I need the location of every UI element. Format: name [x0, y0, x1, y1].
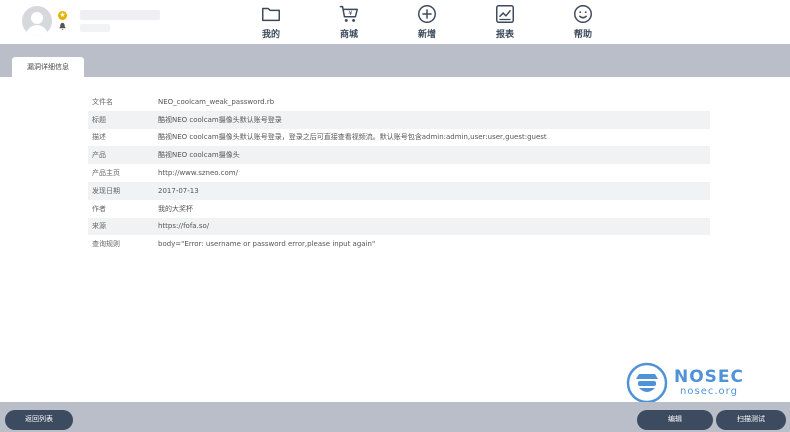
- avatar[interactable]: [22, 6, 52, 36]
- nav-item-mine[interactable]: 我的: [246, 3, 296, 40]
- field-label: 作者: [92, 204, 106, 213]
- nav-item-store[interactable]: ¥ 商城: [324, 3, 374, 40]
- table-row: 文件名 NEO_coolcam_weak_password.rb: [88, 93, 710, 111]
- blurred-user-detail: [80, 24, 110, 32]
- nav-item-report[interactable]: 报表: [480, 3, 530, 40]
- bell-icon[interactable]: [58, 22, 67, 31]
- field-value: body="Error: username or password error,…: [158, 240, 376, 249]
- field-label: 标题: [92, 115, 106, 124]
- bottom-action-bar: 返回列表 编辑 扫描测试: [0, 402, 790, 432]
- field-value: 我的大奖杯: [158, 204, 193, 213]
- nav-label: 帮助: [573, 30, 592, 40]
- field-value: 2017-07-13: [158, 186, 199, 195]
- svg-text:¥: ¥: [348, 9, 352, 17]
- table-row: 来源 https://fofa.so/: [88, 217, 710, 236]
- field-value: 酷视NEO coolcam摄像头默认账号登录: [158, 115, 282, 124]
- folder-icon: [262, 7, 280, 22]
- tab-bar: 漏洞详细信息: [0, 44, 790, 77]
- user-info[interactable]: ★: [22, 6, 67, 36]
- table-row: 产品 酷视NEO coolcam摄像头: [88, 146, 710, 165]
- field-label: 产品: [92, 151, 106, 160]
- table-row: 作者 我的大奖杯: [88, 200, 710, 218]
- field-label: 产品主页: [92, 169, 120, 178]
- table-row: 查询规则 body="Error: username or password e…: [88, 235, 710, 253]
- field-value: https://fofa.so/: [158, 222, 210, 231]
- user-badges: ★: [58, 11, 67, 31]
- report-icon: [496, 5, 514, 23]
- nav-label: 报表: [495, 30, 514, 40]
- table-row: 描述 酷视NEO coolcam摄像头默认账号登录，登录之后可直接查看视频流。默…: [88, 129, 710, 147]
- field-label: 发现日期: [92, 186, 120, 195]
- table-row: 产品主页 http://www.szneo.com/: [88, 164, 710, 182]
- blurred-username: [80, 10, 160, 20]
- nav-label: 我的: [261, 30, 280, 40]
- field-label: 来源: [92, 222, 106, 231]
- smile-icon: [574, 5, 592, 23]
- detail-table: 文件名 NEO_coolcam_weak_password.rb 标题 酷视NE…: [88, 93, 710, 253]
- cart-icon: ¥: [339, 5, 358, 22]
- edit-button[interactable]: 编辑: [637, 410, 713, 430]
- field-value: NEO_coolcam_weak_password.rb: [158, 97, 275, 106]
- scan-test-button[interactable]: 扫描测试: [716, 410, 786, 430]
- field-value: 酷视NEO coolcam摄像头: [158, 151, 240, 160]
- nav-item-help[interactable]: 帮助: [558, 3, 608, 40]
- tab-vulnerability-details[interactable]: 漏洞详细信息: [12, 57, 84, 77]
- nosec-logo-icon: [626, 362, 668, 404]
- field-label: 文件名: [92, 97, 113, 106]
- vip-star-icon: ★: [58, 11, 67, 20]
- page: ★ 我的 ¥ 商城 新增 报表 帮助 漏洞详细信息 文件名 NEO_coolca…: [0, 0, 790, 432]
- watermark-domain: nosec.org: [680, 385, 738, 397]
- table-row: 标题 酷视NEO coolcam摄像头默认账号登录: [88, 110, 710, 129]
- back-to-list-button[interactable]: 返回列表: [5, 410, 73, 430]
- nosec-watermark: NOSEC nosec.org: [626, 362, 744, 404]
- field-label: 查询规则: [92, 240, 120, 249]
- field-value: http://www.szneo.com/: [158, 169, 238, 178]
- nav-label: 新增: [417, 30, 436, 40]
- nav-item-add[interactable]: 新增: [402, 3, 452, 40]
- watermark-title: NOSEC: [674, 366, 745, 387]
- plus-circle-icon: [418, 5, 436, 23]
- nav-label: 商城: [339, 30, 358, 40]
- table-row: 发现日期 2017-07-13: [88, 181, 710, 200]
- field-value: 酷视NEO coolcam摄像头默认账号登录，登录之后可直接查看视频流。默认账号…: [158, 133, 547, 142]
- field-label: 描述: [92, 133, 106, 142]
- top-navigation: ★ 我的 ¥ 商城 新增 报表 帮助: [0, 0, 790, 44]
